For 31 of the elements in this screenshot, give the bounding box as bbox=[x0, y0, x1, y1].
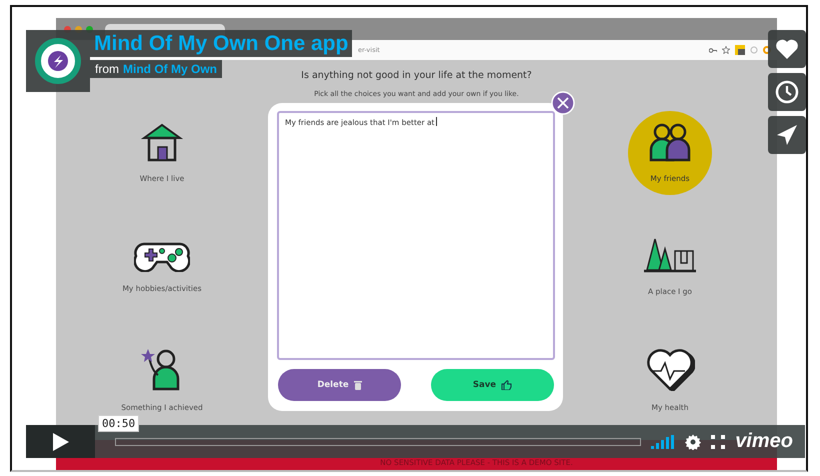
video-title[interactable]: Mind Of My Own One app bbox=[90, 30, 352, 57]
paper-plane-icon bbox=[776, 124, 798, 146]
play-icon bbox=[52, 432, 70, 452]
heart-pulse-icon bbox=[645, 347, 695, 392]
settings-icon[interactable] bbox=[685, 434, 702, 450]
delete-button[interactable]: Delete bbox=[278, 369, 401, 401]
like-button[interactable] bbox=[768, 30, 806, 68]
share-button[interactable] bbox=[768, 116, 806, 154]
logo-icon bbox=[35, 38, 81, 84]
circle-icon bbox=[750, 46, 758, 54]
author-link[interactable]: Mind Of My Own bbox=[123, 60, 217, 78]
heart-icon bbox=[775, 38, 799, 60]
key-icon bbox=[709, 48, 717, 52]
signal-bars-icon bbox=[651, 434, 676, 448]
fullscreen-icon[interactable] bbox=[711, 434, 726, 448]
clock-icon bbox=[775, 80, 799, 104]
two-people-icon bbox=[648, 122, 692, 162]
trees-and-swing-icon bbox=[643, 236, 697, 275]
house-icon bbox=[140, 122, 184, 162]
close-icon[interactable] bbox=[551, 91, 575, 115]
star-icon bbox=[722, 46, 730, 54]
question-heading: Is anything not good in your life at the moment? bbox=[301, 70, 532, 81]
time-tooltip: 00:50 bbox=[98, 415, 140, 432]
extension-icon bbox=[735, 45, 745, 55]
byline-text: from bbox=[95, 61, 119, 78]
vimeo-logo[interactable]: vimeo bbox=[735, 430, 793, 453]
watch-later-button[interactable] bbox=[768, 73, 806, 111]
play-button[interactable] bbox=[26, 425, 95, 458]
trash-icon bbox=[354, 380, 362, 390]
thumbs-up-icon bbox=[501, 380, 512, 390]
save-button[interactable]: Save bbox=[431, 369, 554, 401]
